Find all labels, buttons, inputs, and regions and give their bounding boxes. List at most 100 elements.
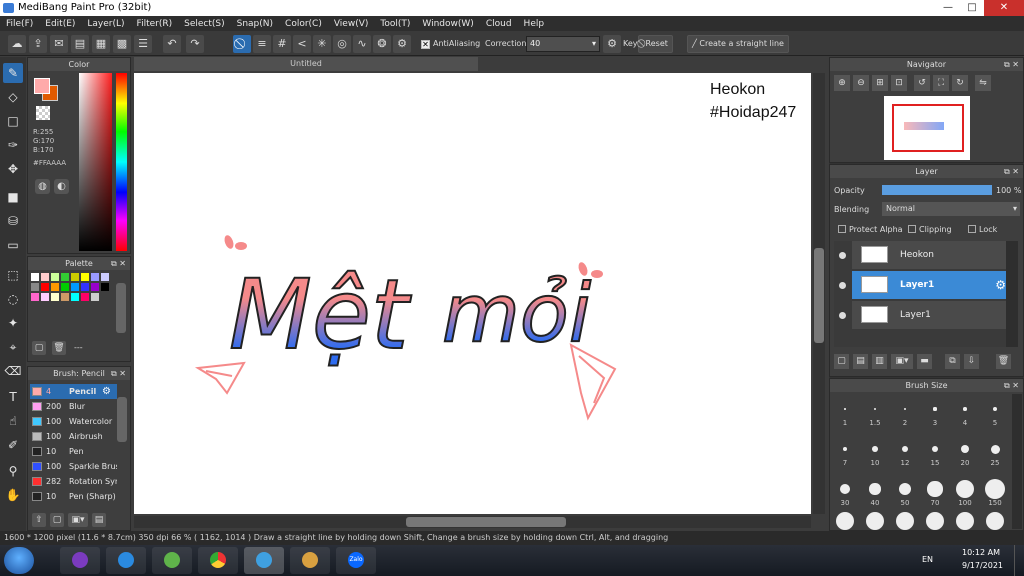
select-pen-tool-icon[interactable]: ⌖ bbox=[3, 337, 23, 357]
correction-select[interactable]: 40 ▾ bbox=[526, 36, 600, 52]
brush-item[interactable]: 100 Airbrush bbox=[30, 429, 117, 444]
clock-date[interactable]: 9/17/2021 bbox=[962, 561, 1003, 570]
taskbar-coccoc-icon[interactable] bbox=[152, 547, 192, 574]
eraser-tool-icon[interactable]: ◇ bbox=[3, 87, 23, 107]
brush-size-option[interactable] bbox=[896, 512, 914, 530]
minimize-button[interactable]: — bbox=[936, 0, 960, 16]
layer-row-selected[interactable]: Layer1 ⚙ bbox=[852, 271, 1010, 299]
document-tab[interactable]: Untitled bbox=[134, 57, 478, 71]
lock-checkbox[interactable] bbox=[968, 225, 976, 233]
brush-size-option[interactable] bbox=[963, 407, 967, 411]
document-icon[interactable]: ▦ bbox=[92, 35, 110, 53]
brush-tool-icon[interactable]: ✎ bbox=[3, 63, 23, 83]
merge-layer-icon[interactable]: ⇩ bbox=[964, 354, 979, 369]
menu-help[interactable]: Help bbox=[518, 16, 551, 31]
cloud-icon[interactable]: ☁ bbox=[8, 35, 26, 53]
zoom-out-icon[interactable]: ⊖ bbox=[853, 75, 869, 91]
protect-alpha-checkbox[interactable] bbox=[838, 225, 846, 233]
crisscross-snap-icon[interactable]: # bbox=[273, 35, 291, 53]
new-brush-icon[interactable]: ▢ bbox=[50, 513, 64, 527]
brush-size-option[interactable] bbox=[931, 445, 939, 453]
palette-swatch[interactable] bbox=[41, 283, 49, 291]
brush-size-option[interactable] bbox=[869, 483, 881, 495]
gear-icon[interactable]: ⚙ bbox=[102, 384, 111, 399]
menu-view[interactable]: View(V) bbox=[328, 16, 375, 31]
grid-icon[interactable]: ▩ bbox=[113, 35, 131, 53]
brush-size-option[interactable] bbox=[985, 479, 1005, 499]
color-wheel-icon[interactable]: ◍ bbox=[35, 179, 50, 194]
layer-scrollbar[interactable] bbox=[1006, 241, 1018, 347]
gradient-tool-icon[interactable]: ▭ bbox=[3, 235, 23, 255]
menu-color[interactable]: Color(C) bbox=[279, 16, 328, 31]
visibility-icon[interactable] bbox=[839, 282, 846, 289]
upload-brush-icon[interactable]: ⇧ bbox=[32, 513, 46, 527]
palette-swatch[interactable] bbox=[71, 293, 79, 301]
taskbar-medibang-icon[interactable] bbox=[244, 547, 284, 574]
page-icon[interactable]: ▤ bbox=[71, 35, 89, 53]
brush-size-option[interactable] bbox=[990, 444, 1000, 454]
menu-tool[interactable]: Tool(T) bbox=[374, 16, 416, 31]
brush-item[interactable]: 10 Pen bbox=[30, 444, 117, 459]
brush-size-option[interactable] bbox=[927, 481, 943, 497]
brush-item[interactable]: 100 Watercolor bbox=[30, 414, 117, 429]
duplicate-layer-icon[interactable]: ⧉ bbox=[945, 354, 960, 369]
maximize-button[interactable]: □ bbox=[960, 0, 984, 16]
visibility-icon[interactable] bbox=[839, 312, 846, 319]
palette-swatch[interactable] bbox=[31, 283, 39, 291]
ellipse-snap-icon[interactable]: ❂ bbox=[373, 35, 391, 53]
palette-swatch[interactable] bbox=[41, 273, 49, 281]
palette-swatch[interactable] bbox=[81, 273, 89, 281]
brush-size-option[interactable] bbox=[933, 407, 937, 411]
palette-swatch[interactable] bbox=[51, 283, 59, 291]
palette-swatch[interactable] bbox=[81, 283, 89, 291]
saturation-value-picker[interactable] bbox=[79, 73, 112, 251]
comment-icon[interactable]: ✉ bbox=[50, 35, 68, 53]
palette-swatch[interactable] bbox=[81, 293, 89, 301]
select-eraser-tool-icon[interactable]: ⌫ bbox=[3, 361, 23, 381]
taskbar-ie-icon[interactable] bbox=[106, 547, 146, 574]
menu-window[interactable]: Window(W) bbox=[416, 16, 479, 31]
menu-file[interactable]: File(F) bbox=[0, 16, 39, 31]
menu-select[interactable]: Select(S) bbox=[178, 16, 231, 31]
clipping-checkbox[interactable] bbox=[908, 225, 916, 233]
taskbar-paint-icon[interactable] bbox=[290, 547, 330, 574]
color-mode-icon[interactable]: ◐ bbox=[54, 179, 69, 194]
shape-tool-icon[interactable]: □ bbox=[3, 111, 23, 131]
move-tool-icon[interactable]: ✥ bbox=[3, 159, 23, 179]
palette-swatch[interactable] bbox=[61, 293, 69, 301]
menu-cloud[interactable]: Cloud bbox=[480, 16, 518, 31]
language-indicator[interactable]: EN bbox=[922, 555, 933, 564]
pen-tool-icon[interactable]: ✑ bbox=[3, 135, 23, 155]
layer-row[interactable]: Layer1 bbox=[852, 301, 1010, 329]
palette-swatch[interactable] bbox=[51, 273, 59, 281]
rotate-left-icon[interactable]: ↺ bbox=[914, 75, 930, 91]
palette-swatch[interactable] bbox=[51, 293, 59, 301]
visibility-icon[interactable] bbox=[839, 252, 846, 259]
operation-tool-icon[interactable]: ☝ bbox=[3, 411, 23, 431]
palette-swatch[interactable] bbox=[61, 283, 69, 291]
taskbar-zalo-icon[interactable]: Zalo bbox=[336, 547, 376, 574]
panel-menu-icon[interactable]: ⧉ ✕ bbox=[1004, 379, 1019, 392]
brush-size-option[interactable] bbox=[992, 406, 997, 411]
settings-icon[interactable]: ⚙ bbox=[603, 35, 621, 53]
eyedropper-tool-icon[interactable]: ⚲ bbox=[3, 461, 23, 481]
circle-snap-icon[interactable]: ◎ bbox=[333, 35, 351, 53]
add-brush-icon[interactable]: ▣▾ bbox=[68, 513, 88, 527]
palette-swatch[interactable] bbox=[71, 273, 79, 281]
palette-swatch[interactable] bbox=[61, 273, 69, 281]
redo-icon[interactable]: ↷ bbox=[186, 35, 204, 53]
panel-menu-icon[interactable]: ⧉ ✕ bbox=[111, 257, 126, 270]
brush-size-option[interactable] bbox=[842, 446, 848, 452]
palette-swatch[interactable] bbox=[71, 283, 79, 291]
brush-size-option[interactable] bbox=[926, 512, 944, 530]
palette-swatch[interactable] bbox=[101, 273, 109, 281]
palette-swatch[interactable] bbox=[91, 273, 99, 281]
opacity-slider[interactable] bbox=[882, 185, 992, 195]
brush-size-option[interactable] bbox=[844, 408, 846, 410]
taskbar-visual-studio-icon[interactable] bbox=[60, 547, 100, 574]
blending-select[interactable]: Normal ▾ bbox=[882, 202, 1020, 216]
vertical-scroll-thumb[interactable] bbox=[814, 248, 824, 343]
taskbar-chrome-icon[interactable] bbox=[198, 547, 238, 574]
horizontal-scroll-thumb[interactable] bbox=[406, 517, 566, 527]
brush-size-option[interactable] bbox=[840, 484, 850, 494]
